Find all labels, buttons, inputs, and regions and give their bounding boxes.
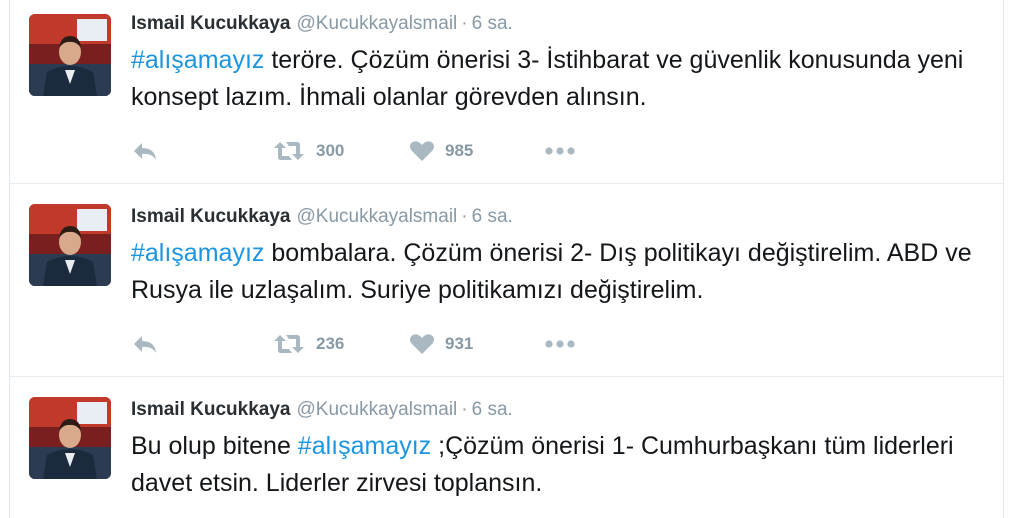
tweet-header: Ismail Kucukkaya @Kucukkayalsmail · 6 sa. bbox=[131, 12, 513, 36]
tweet-header: Ismail Kucukkaya @Kucukkayalsmail · 6 sa. bbox=[131, 205, 513, 229]
more-button[interactable] bbox=[545, 329, 575, 359]
tweet-item[interactable]: Ismail Kucukkaya @Kucukkayalsmail · 6 sa. #… bbox=[10, 0, 1003, 184]
heart-icon bbox=[410, 334, 434, 354]
retweet-count: 236 bbox=[316, 334, 345, 353]
tweet-item[interactable]: Ismail Kucukkaya @Kucukkayalsmail · 6 sa. B… bbox=[10, 377, 1003, 518]
author-name[interactable]: Ismail Kucukkaya bbox=[131, 206, 290, 227]
tweet-feed: Ismail Kucukkaya @Kucukkayalsmail · 6 sa. #… bbox=[9, 0, 1004, 518]
reply-button[interactable] bbox=[132, 136, 158, 166]
author-name[interactable]: Ismail Kucukkaya bbox=[131, 399, 290, 420]
more-dots-icon bbox=[545, 147, 575, 155]
more-dots-icon bbox=[545, 340, 575, 348]
more-button[interactable] bbox=[545, 136, 575, 166]
tweet-text: Bu olup bitene #alışamayız ;Çözüm öneris… bbox=[131, 428, 991, 502]
like-count: 985 bbox=[445, 141, 474, 160]
like-button[interactable]: 931 bbox=[409, 329, 473, 359]
separator-dot: · bbox=[461, 206, 468, 227]
like-button[interactable]: 985 bbox=[409, 136, 473, 166]
separator-dot: · bbox=[461, 13, 468, 34]
reply-icon bbox=[134, 336, 156, 353]
hashtag-link[interactable]: #alışamayız bbox=[298, 432, 431, 460]
tweet-text: #alışamayız bombalara. Çözüm önerisi 2- … bbox=[131, 235, 991, 309]
reply-button[interactable] bbox=[132, 329, 158, 359]
avatar[interactable] bbox=[29, 14, 111, 96]
author-handle[interactable]: @Kucukkayalsmail bbox=[296, 399, 457, 420]
retweet-count: 300 bbox=[316, 141, 345, 160]
tweet-timestamp[interactable]: 6 sa. bbox=[472, 13, 513, 34]
retweet-icon bbox=[274, 335, 304, 353]
retweet-icon bbox=[274, 142, 304, 160]
author-handle[interactable]: @Kucukkayalsmail bbox=[296, 206, 457, 227]
like-count: 931 bbox=[445, 334, 474, 353]
tweet-actions: 300 985 bbox=[132, 136, 632, 166]
tweet-timestamp[interactable]: 6 sa. bbox=[472, 399, 513, 420]
author-handle[interactable]: @Kucukkayalsmail bbox=[296, 13, 457, 34]
hashtag-link[interactable]: #alışamayız bbox=[131, 239, 264, 267]
retweet-button[interactable]: 236 bbox=[272, 329, 344, 359]
avatar[interactable] bbox=[29, 204, 111, 286]
retweet-button[interactable]: 300 bbox=[272, 136, 344, 166]
reply-icon bbox=[134, 143, 156, 160]
hashtag-link[interactable]: #alışamayız bbox=[131, 46, 264, 74]
author-name[interactable]: Ismail Kucukkaya bbox=[131, 13, 290, 34]
tweet-timestamp[interactable]: 6 sa. bbox=[472, 206, 513, 227]
tweet-text: #alışamayız teröre. Çözüm önerisi 3- İst… bbox=[131, 42, 991, 116]
tweet-header: Ismail Kucukkaya @Kucukkayalsmail · 6 sa. bbox=[131, 398, 513, 422]
heart-icon bbox=[410, 141, 434, 161]
tweet-actions: 236 931 bbox=[132, 329, 632, 359]
avatar[interactable] bbox=[29, 397, 111, 479]
tweet-item[interactable]: Ismail Kucukkaya @Kucukkayalsmail · 6 sa. #… bbox=[10, 184, 1003, 377]
tweet-text-before: Bu olup bitene bbox=[131, 432, 298, 460]
separator-dot: · bbox=[461, 399, 468, 420]
